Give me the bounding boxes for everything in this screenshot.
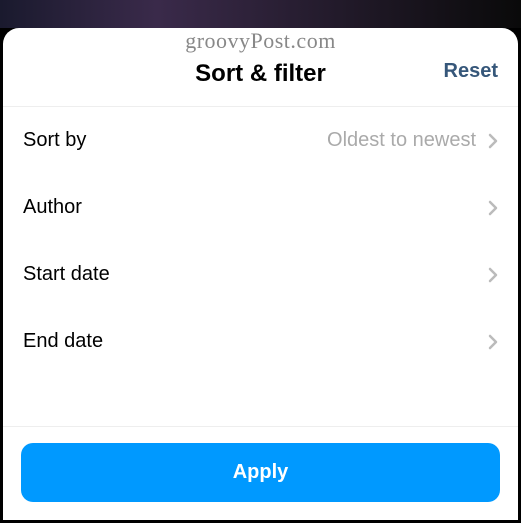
backdrop: [0, 0, 521, 28]
reset-button[interactable]: Reset: [444, 60, 498, 83]
end-date-label: End date: [23, 330, 103, 353]
sort-filter-sheet: Sort & filter Reset Sort by Oldest to ne…: [3, 28, 518, 520]
start-date-row[interactable]: Start date: [3, 241, 518, 308]
sort-by-value: Oldest to newest: [327, 129, 476, 152]
chevron-right-icon: [488, 334, 498, 350]
sheet-header: Sort & filter Reset: [3, 28, 518, 107]
chevron-right-icon: [488, 267, 498, 283]
apply-button[interactable]: Apply: [21, 443, 500, 502]
end-date-row[interactable]: End date: [3, 308, 518, 375]
author-right: [488, 200, 498, 216]
start-date-right: [488, 267, 498, 283]
chevron-right-icon: [488, 133, 498, 149]
options-list: Sort by Oldest to newest Author Start da…: [3, 107, 518, 426]
start-date-label: Start date: [23, 263, 110, 286]
chevron-right-icon: [488, 200, 498, 216]
sort-by-right: Oldest to newest: [327, 129, 498, 152]
author-label: Author: [23, 196, 82, 219]
sheet-footer: Apply: [3, 426, 518, 520]
end-date-right: [488, 334, 498, 350]
sort-by-label: Sort by: [23, 129, 86, 152]
author-row[interactable]: Author: [3, 174, 518, 241]
sheet-title: Sort & filter: [195, 60, 326, 88]
sort-by-row[interactable]: Sort by Oldest to newest: [3, 107, 518, 174]
